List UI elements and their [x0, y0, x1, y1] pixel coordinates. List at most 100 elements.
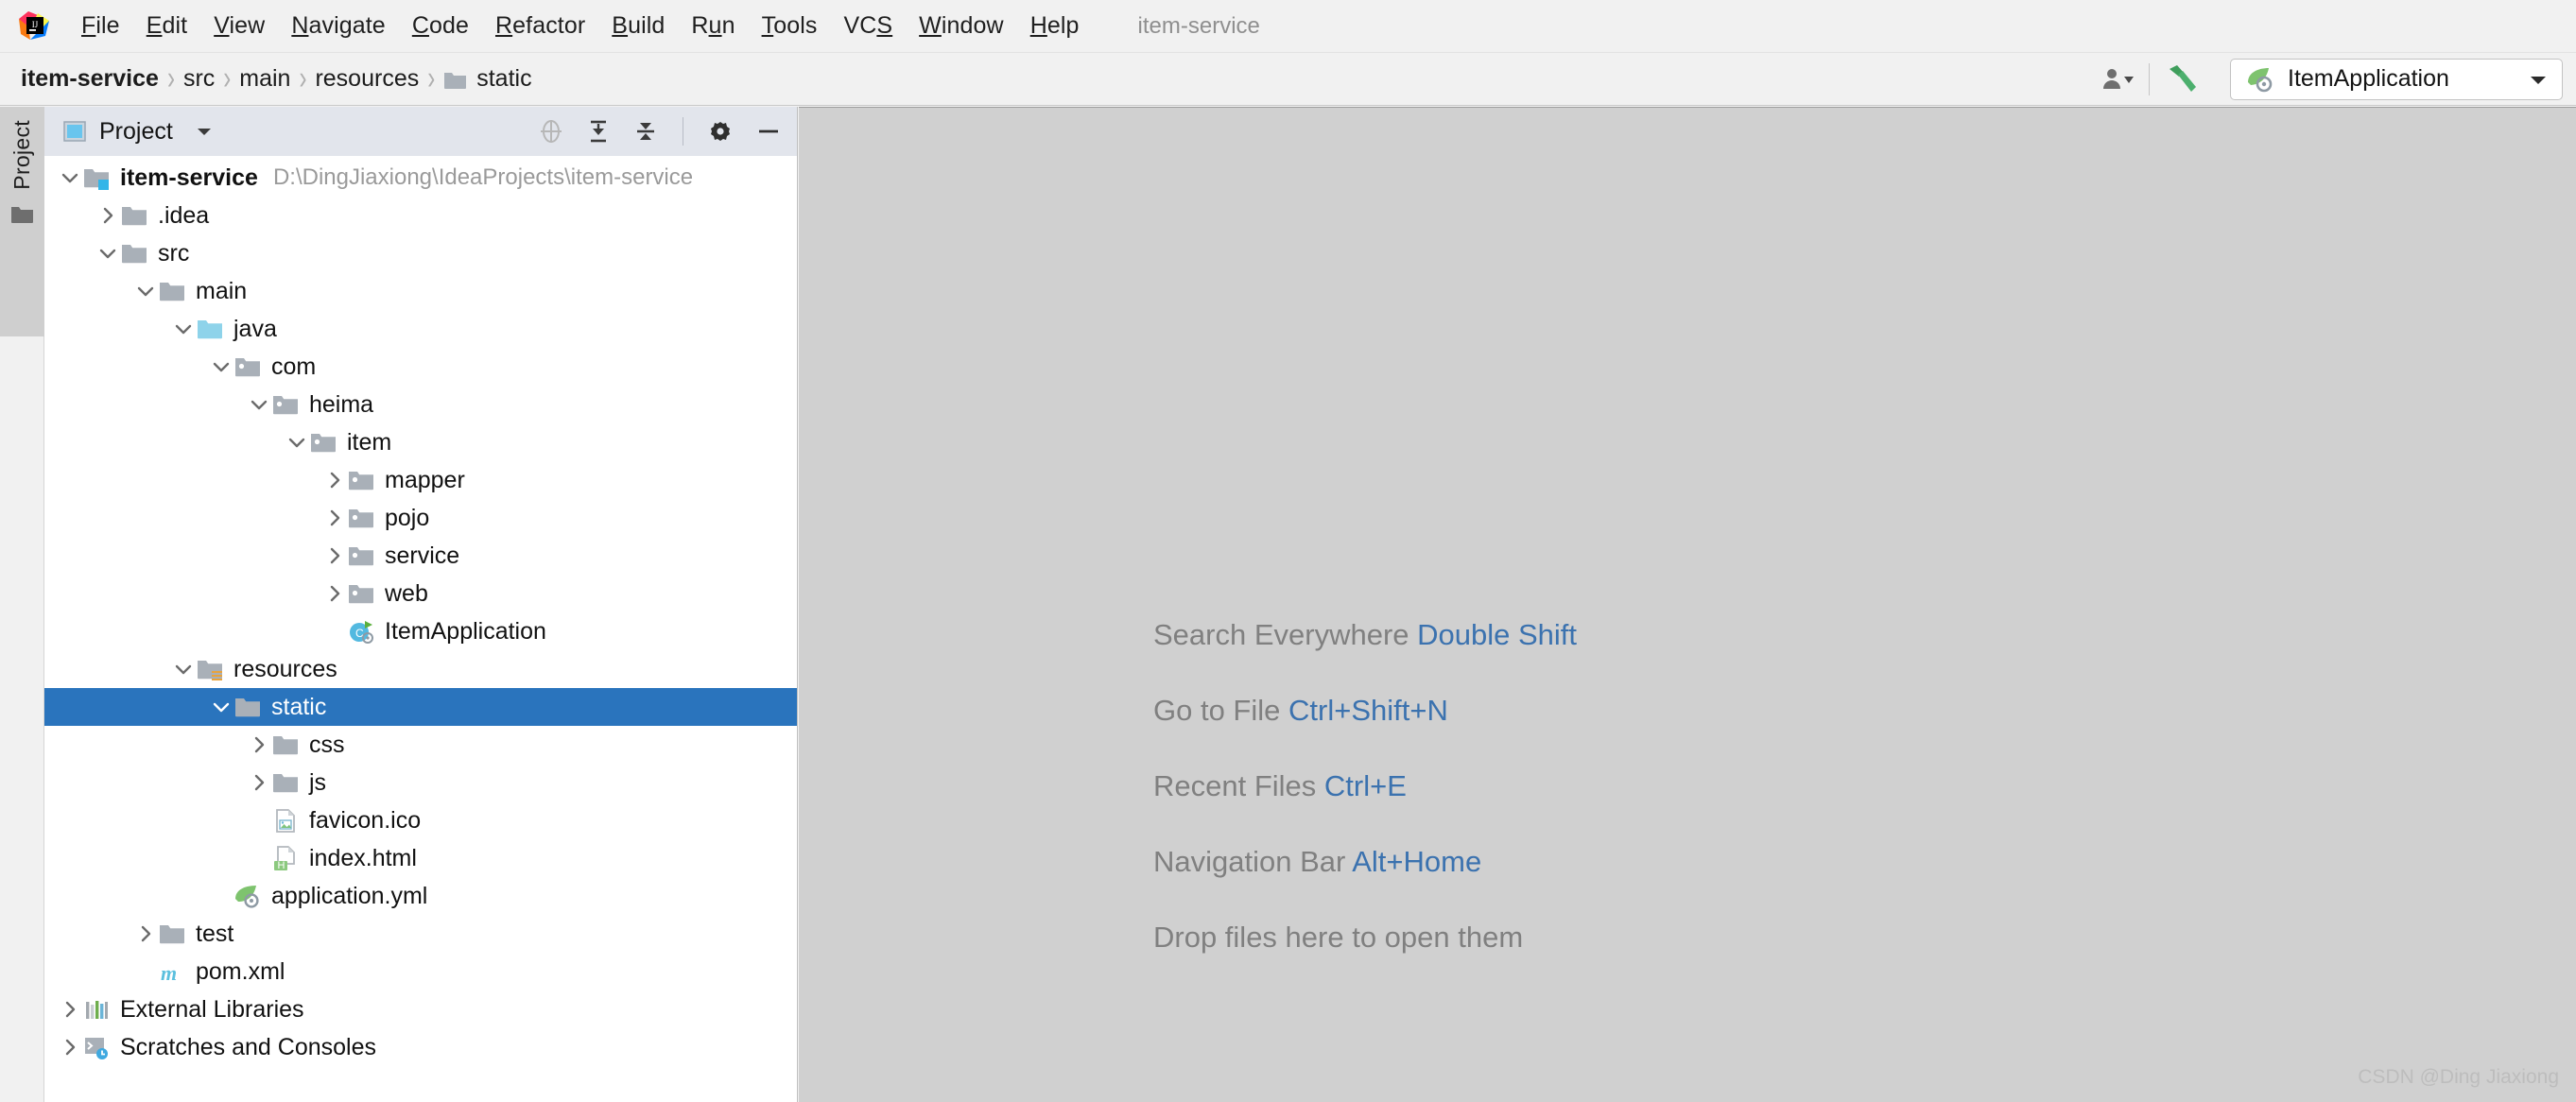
tree-row[interactable]: item	[44, 423, 797, 461]
chevron-down-icon[interactable]	[285, 430, 309, 455]
tool-window-tab-project[interactable]: Project	[0, 107, 44, 336]
breadcrumb-item-project[interactable]: item-service	[21, 65, 159, 93]
chevron-down-icon[interactable]	[194, 123, 215, 140]
tree-row[interactable]: js	[44, 764, 797, 801]
tree-row[interactable]: mapper	[44, 461, 797, 499]
tree-row-label: web	[385, 579, 428, 607]
editor-hint-text: Navigation Bar	[1153, 845, 1353, 878]
tree-row[interactable]: application.yml	[44, 877, 797, 915]
settings-gear-icon[interactable]	[706, 117, 735, 146]
hide-minimize-icon[interactable]	[753, 117, 784, 146]
menu-code[interactable]: Code	[399, 12, 482, 40]
tree-row-label: css	[309, 731, 345, 758]
chevron-down-icon[interactable]	[209, 695, 233, 719]
tree-row[interactable]: m pom.xml	[44, 953, 797, 990]
navigation-bar: item-service › src › main › resources ›	[0, 53, 2576, 106]
chevron-right-icon[interactable]	[247, 732, 271, 757]
hammer-build-icon[interactable]	[2165, 63, 2199, 95]
chevron-down-icon[interactable]	[171, 317, 196, 341]
run-configuration-selector[interactable]: ItemApplication	[2230, 58, 2563, 100]
tree-row-label: .idea	[158, 201, 210, 229]
tree-row[interactable]: Hindex.html	[44, 839, 797, 877]
tree-row[interactable]: web	[44, 575, 797, 612]
chevron-right-icon[interactable]	[322, 581, 347, 606]
tree-row[interactable]: favicon.ico	[44, 801, 797, 839]
tree-row[interactable]: .idea	[44, 197, 797, 234]
chevron-right-icon[interactable]	[133, 921, 158, 946]
breadcrumb-item-static[interactable]: static	[443, 65, 532, 93]
project-folder-icon	[10, 203, 35, 224]
chevron-down-icon[interactable]	[133, 279, 158, 303]
menu-run[interactable]: Run	[678, 12, 748, 40]
editor-hint: Navigation Bar Alt+Home	[1153, 845, 1577, 879]
chevron-right-icon[interactable]	[322, 468, 347, 492]
project-tool-window: Project item-service D:\DingJiaxiong\Ide…	[44, 107, 798, 1102]
tree-row-label: main	[196, 277, 248, 304]
chevron-right-icon[interactable]	[322, 506, 347, 530]
chevron-down-icon[interactable]	[2526, 70, 2550, 89]
chevron-down-icon[interactable]	[209, 354, 233, 379]
tree-row[interactable]: resources	[44, 650, 797, 688]
tree-row[interactable]: com	[44, 348, 797, 386]
breadcrumb-item-main[interactable]: main	[239, 65, 290, 93]
editor-hint: Recent Files Ctrl+E	[1153, 769, 1577, 803]
tree-arrow-placeholder	[247, 846, 271, 870]
menu-vcs[interactable]: VCS	[830, 12, 906, 40]
chevron-down-icon[interactable]	[95, 241, 120, 266]
menu-refactor[interactable]: Refactor	[482, 12, 598, 40]
folder-icon	[120, 201, 148, 230]
chevron-down-icon[interactable]	[247, 392, 271, 417]
tree-row[interactable]: C ItemApplication	[44, 612, 797, 650]
expand-all-icon[interactable]	[584, 117, 613, 146]
user-account-icon[interactable]	[2101, 65, 2134, 94]
menu-edit[interactable]: Edit	[133, 12, 201, 40]
breadcrumb-item-resources[interactable]: resources	[315, 65, 419, 93]
chevron-down-icon[interactable]	[171, 657, 196, 681]
tree-row-label: favicon.ico	[309, 806, 422, 834]
idea-window: IJ File Edit View Navigate Code Refactor…	[0, 0, 2576, 1102]
collapse-all-icon[interactable]	[631, 117, 660, 146]
package-icon	[233, 353, 262, 381]
folder-icon	[271, 768, 300, 797]
intellij-idea-logo-icon: IJ	[17, 9, 51, 43]
tool-window-tab-label: Project	[9, 120, 34, 190]
menu-help[interactable]: Help	[1017, 12, 1093, 40]
breadcrumb-item-src[interactable]: src	[183, 65, 215, 93]
tree-row[interactable]: heima	[44, 386, 797, 423]
chevron-right-icon[interactable]	[322, 543, 347, 568]
package-icon	[309, 428, 337, 456]
menu-file[interactable]: File	[68, 12, 133, 40]
menu-build[interactable]: Build	[598, 12, 678, 40]
tree-row[interactable]: test	[44, 915, 797, 953]
menu-window[interactable]: Window	[906, 12, 1017, 40]
tree-arrow-placeholder	[209, 884, 233, 908]
package-icon	[271, 390, 300, 419]
select-opened-file-icon[interactable]	[537, 117, 565, 146]
tree-row[interactable]: static	[44, 688, 797, 726]
tree-row[interactable]: src	[44, 234, 797, 272]
chevron-right-icon[interactable]	[247, 770, 271, 795]
tree-row[interactable]: java	[44, 310, 797, 348]
editor-hint-shortcut: Ctrl+Shift+N	[1288, 694, 1448, 727]
window-title: item-service	[1137, 12, 1260, 39]
tree-row[interactable]: service	[44, 537, 797, 575]
tree-row[interactable]: Scratches and Consoles	[44, 1028, 797, 1066]
project-tree[interactable]: item-service D:\DingJiaxiong\IdeaProjects…	[44, 156, 797, 1102]
tree-row[interactable]: pojo	[44, 499, 797, 537]
toolbar-divider	[2149, 62, 2150, 95]
tree-row[interactable]: item-service D:\DingJiaxiong\IdeaProjects…	[44, 159, 797, 197]
folder-icon	[443, 69, 468, 90]
chevron-right-icon[interactable]	[58, 1035, 82, 1059]
menu-navigate[interactable]: Navigate	[278, 12, 398, 40]
tree-row[interactable]: css	[44, 726, 797, 764]
chevron-right-icon[interactable]	[58, 997, 82, 1022]
tree-row-label: js	[309, 768, 327, 796]
folder-icon	[120, 239, 148, 267]
tree-row[interactable]: External Libraries	[44, 990, 797, 1028]
tree-row-label: Scratches and Consoles	[120, 1033, 376, 1060]
menu-tools[interactable]: Tools	[749, 12, 831, 40]
menu-view[interactable]: View	[200, 12, 278, 40]
tree-row[interactable]: main	[44, 272, 797, 310]
chevron-down-icon[interactable]	[58, 165, 82, 190]
chevron-right-icon[interactable]	[95, 203, 120, 228]
